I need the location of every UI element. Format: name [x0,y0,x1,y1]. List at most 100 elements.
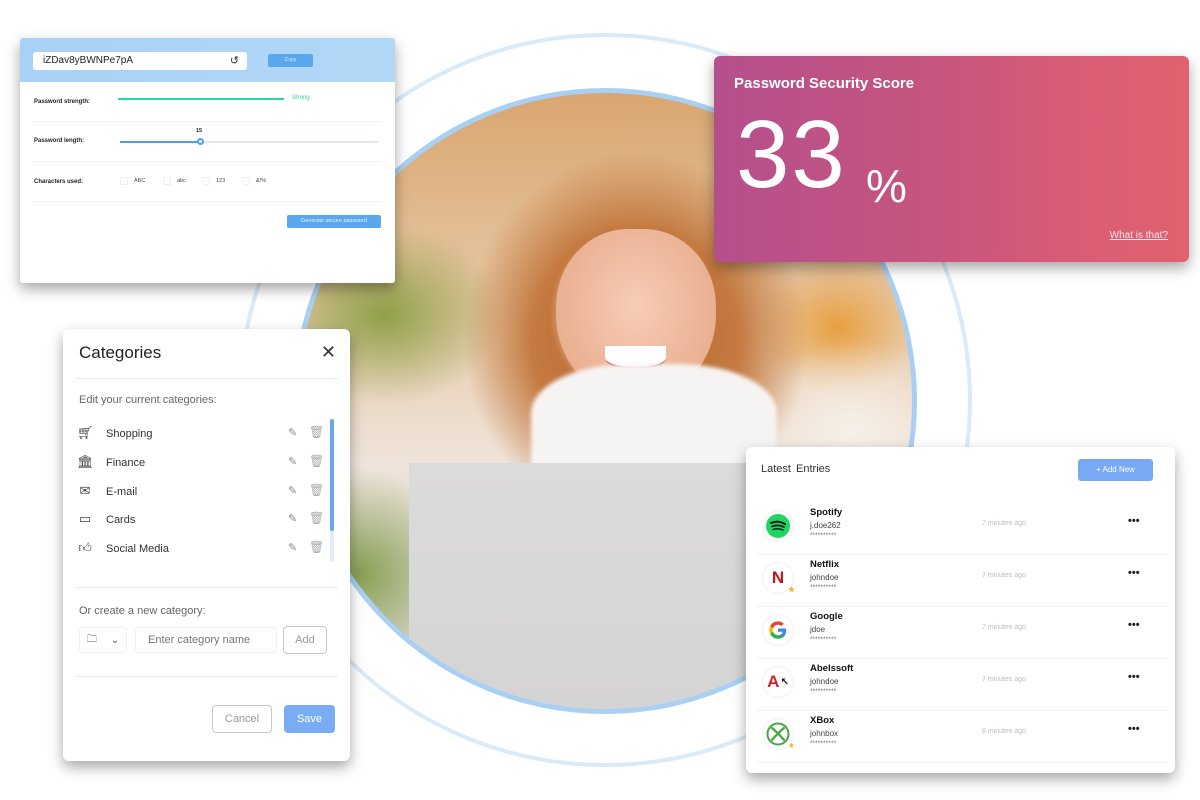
close-icon[interactable]: ✕ [321,343,336,361]
entry-username: johnbox [810,729,839,738]
category-name-input[interactable] [135,627,277,653]
score-value: 33 [736,101,847,208]
entry-row[interactable]: ★ XBox johnbox ********** 8 minutes ago … [757,711,1168,763]
more-options-icon[interactable]: ••• [1128,671,1140,683]
entry-username: johndoe [810,573,839,582]
checkbox-label: 123 [216,178,226,184]
category-item-email: ✉︎ E-mail ✎ 🗑︎ [77,483,327,503]
score-unit: % [866,160,907,212]
entry-row[interactable]: Google jdoe ********** 7 minutes ago ••• [757,607,1168,659]
entry-password: ********** [810,533,837,539]
copy-button[interactable]: Copy [268,54,313,67]
security-score-card: Password Security Score 33 % What is tha… [714,56,1189,262]
checkbox-uppercase[interactable]: ABC [120,177,145,185]
more-options-icon[interactable]: ••• [1128,515,1140,527]
category-item-cards: ▭ Cards ✎ 🗑︎ [77,511,327,531]
checkbox-box[interactable] [163,177,171,185]
divider [76,676,338,677]
more-options-icon[interactable]: ••• [1128,567,1140,579]
edit-categories-label: Edit your current categories: [79,394,217,406]
trash-icon[interactable]: 🗑︎ [309,511,324,525]
what-is-that-link[interactable]: What is that? [1110,230,1168,241]
entry-username: jdoe [810,625,826,634]
password-generator-card: iZDav8yBWNPe7pA ↺ Copy Password strength… [20,38,395,283]
length-slider[interactable] [120,138,378,145]
length-label: Password length: [34,138,85,144]
entry-name: Netflix [810,559,840,570]
score-title: Password Security Score [734,75,915,92]
xbox-logo-icon: ★ [763,719,795,750]
entry-password: ********** [810,585,837,591]
length-slider-thumb[interactable] [196,138,204,145]
checkbox-numbers[interactable]: 123 [202,177,225,185]
entry-row[interactable]: A ↖ Abelssoft johndoe ********** 7 minute… [757,659,1168,711]
pencil-icon[interactable]: ✎ [288,541,297,554]
abelssoft-logo-icon: A ↖ [763,667,793,697]
add-new-button[interactable]: + Add New [1078,459,1153,481]
entry-time: 7 minutes ago [982,676,1026,683]
checkbox-lowercase[interactable]: abc [163,177,186,185]
characters-row: Characters used: ABC abc 123 &!% [33,162,381,202]
trash-icon[interactable]: 🗑︎ [309,483,324,497]
divider [76,587,338,588]
category-label: Social Media [106,543,169,555]
favorite-star-icon: ★ [787,585,795,594]
thumbs-up-icon: 👍︎ [78,540,92,555]
pencil-icon[interactable]: ✎ [288,484,297,497]
entry-row[interactable]: Spotify j.doe262 ********** 7 minutes ag… [757,503,1168,555]
generate-password-button[interactable]: Generate secure password [287,215,381,228]
entry-name: Abelssoft [810,663,854,674]
strength-row: Password strength: Strong [33,82,381,122]
characters-label: Characters used: [34,179,84,185]
pencil-icon[interactable]: ✎ [288,426,297,439]
entry-password: ********** [810,689,837,695]
trash-icon[interactable]: 🗑︎ [309,425,324,439]
bank-icon: 🏛︎ [77,454,94,469]
entry-password: ********** [810,637,837,643]
entry-name: Spotify [810,507,843,518]
entry-time: 8 minutes ago [982,728,1026,735]
checkbox-symbols[interactable]: &!% [242,177,266,185]
scrollbar-thumb[interactable] [330,419,334,531]
cancel-button[interactable]: Cancel [212,705,272,733]
generator-header: iZDav8yBWNPe7pA ↺ Copy [20,38,395,82]
category-item-shopping: 🛒︎ Shopping ✎ 🗑︎ [77,425,327,445]
add-category-button[interactable]: Add [283,626,327,654]
category-item-finance: 🏛︎ Finance ✎ 🗑︎ [77,454,327,474]
checkbox-box[interactable] [120,177,128,185]
pencil-icon[interactable]: ✎ [288,512,297,525]
generated-password-value: iZDav8yBWNPe7pA [43,55,134,66]
category-label: Finance [106,457,146,469]
add-new-label: Add New [1102,465,1135,474]
trash-icon[interactable]: 🗑︎ [309,454,324,468]
google-logo-icon [763,615,793,645]
favorite-star-icon: ★ [787,741,795,750]
chevron-down-icon: ⌄ [110,634,120,646]
more-options-icon[interactable]: ••• [1128,619,1140,631]
categories-scrollbar[interactable] [330,419,334,562]
category-label: Cards [106,514,136,526]
dialog-title: Categories [79,343,162,362]
refresh-icon[interactable]: ↺ [230,54,239,67]
trash-icon[interactable]: 🗑︎ [309,540,324,554]
divider [76,378,338,379]
checkbox-box[interactable] [202,177,210,185]
checkbox-box[interactable] [242,177,250,185]
category-icon-select[interactable]: 🗀︎ ⌄ [79,627,127,653]
envelope-icon: ✉︎ [79,483,91,498]
checkbox-label: ABC [134,178,146,184]
pencil-icon[interactable]: ✎ [288,455,297,468]
generated-password-field[interactable]: iZDav8yBWNPe7pA ↺ [33,52,247,70]
entries-title: Latest Entries [761,463,831,475]
more-options-icon[interactable]: ••• [1128,723,1140,735]
categories-dialog: Categories ✕ Edit your current categorie… [63,329,350,761]
entry-time: 7 minutes ago [982,572,1026,579]
folder-icon: 🗀︎ [86,633,97,645]
category-item-social-media: 👍︎ Social Media ✎ 🗑︎ [77,540,327,560]
category-label: E-mail [106,486,138,498]
save-button[interactable]: Save [284,705,335,733]
entry-time: 7 minutes ago [982,520,1026,527]
spotify-logo-icon [763,511,793,541]
entry-row[interactable]: N ★ Netflix johndoe ********** 7 minutes … [757,555,1168,607]
netflix-logo-icon: N ★ [763,563,795,594]
